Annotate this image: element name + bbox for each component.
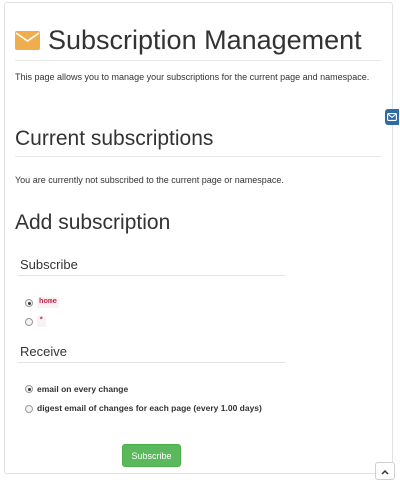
fieldset-divider <box>18 362 285 363</box>
subscribe-legend: Subscribe <box>20 257 78 272</box>
radio-button[interactable] <box>25 318 33 326</box>
namespace-code: home <box>37 297 60 308</box>
receive-option-label: email on every change <box>37 384 129 394</box>
scroll-top-button[interactable] <box>375 462 395 480</box>
subscribe-option-home[interactable]: home <box>25 297 60 308</box>
no-subscriptions-message: You are currently not subscribed to the … <box>15 175 284 185</box>
receive-option-label: digest email of changes for each page (e… <box>37 403 262 413</box>
envelope-icon <box>15 30 40 50</box>
receive-option-every-change[interactable]: email on every change <box>25 383 128 396</box>
fieldset-divider <box>18 275 285 276</box>
add-subscription-heading: Add subscription <box>15 211 171 234</box>
radio-button[interactable] <box>25 405 33 413</box>
page-header: Subscription Management <box>15 22 362 58</box>
radio-button[interactable] <box>25 299 33 307</box>
subscribe-button[interactable]: Subscribe <box>122 444 181 467</box>
envelope-outline-icon <box>387 108 397 126</box>
chevron-up-icon <box>381 462 389 480</box>
intro-text: This page allows you to manage your subs… <box>15 72 370 82</box>
subscribe-option-namespace[interactable]: * <box>25 316 46 327</box>
divider <box>15 60 381 61</box>
radio-button[interactable] <box>25 385 33 393</box>
side-tab[interactable] <box>385 109 399 125</box>
page-title: Subscription Management <box>48 25 362 55</box>
namespace-code: * <box>37 316 46 327</box>
current-subscriptions-heading: Current subscriptions <box>15 127 214 150</box>
divider <box>15 156 381 157</box>
receive-option-digest[interactable]: digest email of changes for each page (e… <box>25 402 280 415</box>
receive-legend: Receive <box>20 344 67 359</box>
